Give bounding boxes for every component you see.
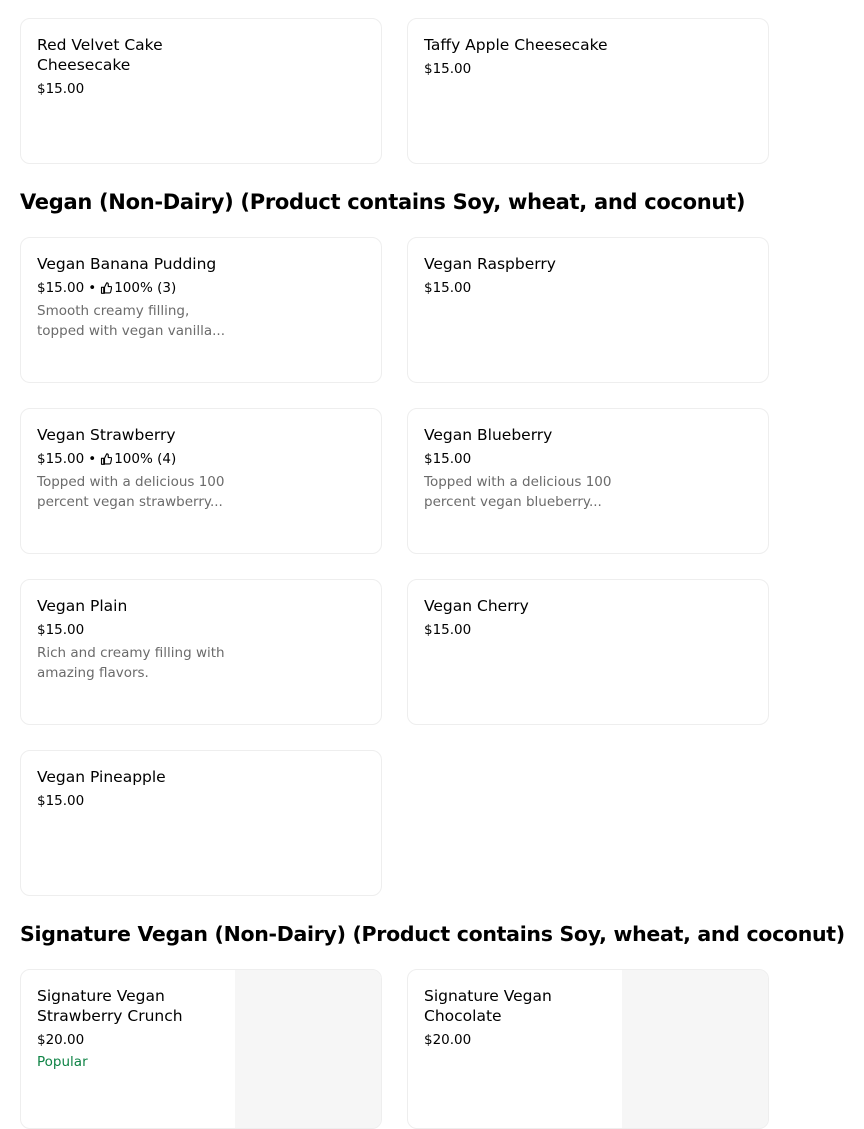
item-title: Vegan Cherry: [424, 597, 529, 615]
item-title: Vegan Pineapple: [37, 768, 166, 786]
item-price: $15.00: [37, 622, 85, 638]
popular-badge: Popular: [37, 1054, 88, 1070]
item-price: $15.00: [37, 280, 85, 296]
item-title: Vegan Blueberry: [424, 426, 553, 444]
item-image-placeholder: [235, 970, 381, 1128]
item-price: $15.00: [424, 61, 472, 77]
item-title: Vegan Strawberry: [37, 426, 176, 444]
item-price: $20.00: [424, 1032, 472, 1048]
item-title: Signature Vegan Strawberry Crunch: [37, 987, 183, 1025]
item-title: Vegan Plain: [37, 597, 128, 615]
item-title: Red Velvet Cake Cheesecake: [37, 36, 163, 74]
item-price: $20.00: [37, 1032, 85, 1048]
menu-item-card[interactable]: Vegan Blueberry $15.00 Topped with a del…: [407, 408, 769, 554]
item-title: Vegan Raspberry: [424, 255, 556, 273]
item-title: Vegan Banana Pudding: [37, 255, 217, 273]
item-price: $15.00: [424, 451, 472, 467]
item-image-placeholder: [622, 970, 768, 1128]
item-title: Signature Vegan Chocolate: [424, 987, 552, 1025]
separator-dot: •: [88, 451, 97, 467]
item-price: $15.00: [37, 793, 85, 809]
item-price: $15.00: [424, 280, 472, 296]
section-title-vegan: Vegan (Non-Dairy) (Product contains Soy,…: [20, 190, 746, 214]
menu-item-card[interactable]: Taffy Apple Cheesecake $15.00: [407, 18, 769, 164]
thumbs-up-icon: [101, 282, 113, 294]
item-price: $15.00: [37, 81, 85, 97]
item-price: $15.00: [37, 451, 85, 467]
section-title-signature-vegan: Signature Vegan (Non-Dairy) (Product con…: [20, 922, 845, 946]
item-description: Topped with a delicious 100 percent vega…: [37, 474, 225, 510]
separator-dot: •: [88, 280, 97, 296]
menu-item-card[interactable]: Vegan Cherry $15.00: [407, 579, 769, 725]
thumbs-up-icon: [101, 453, 113, 465]
item-description: Rich and creamy filling with amazing fla…: [37, 645, 225, 681]
item-description: Smooth creamy filling, topped with vegan…: [37, 303, 225, 339]
item-rating: 100% (4): [114, 451, 177, 467]
menu-item-card[interactable]: Vegan Strawberry $15.00 • 100% (4) Toppe…: [20, 408, 382, 554]
menu-item-card[interactable]: Vegan Banana Pudding $15.00 • 100% (3) S…: [20, 237, 382, 383]
menu-item-card[interactable]: Vegan Pineapple $15.00: [20, 750, 382, 896]
menu-item-card[interactable]: Vegan Raspberry $15.00: [407, 237, 769, 383]
menu-item-card[interactable]: Signature Vegan Strawberry Crunch $20.00…: [20, 969, 382, 1129]
item-title: Taffy Apple Cheesecake: [424, 36, 608, 54]
menu-item-card[interactable]: Vegan Plain $15.00 Rich and creamy filli…: [20, 579, 382, 725]
menu-item-card[interactable]: Red Velvet Cake Cheesecake $15.00: [20, 18, 382, 164]
item-rating: 100% (3): [114, 280, 177, 296]
item-description: Topped with a delicious 100 percent vega…: [424, 474, 612, 510]
item-price: $15.00: [424, 622, 472, 638]
menu-item-card[interactable]: Signature Vegan Chocolate $20.00: [407, 969, 769, 1129]
